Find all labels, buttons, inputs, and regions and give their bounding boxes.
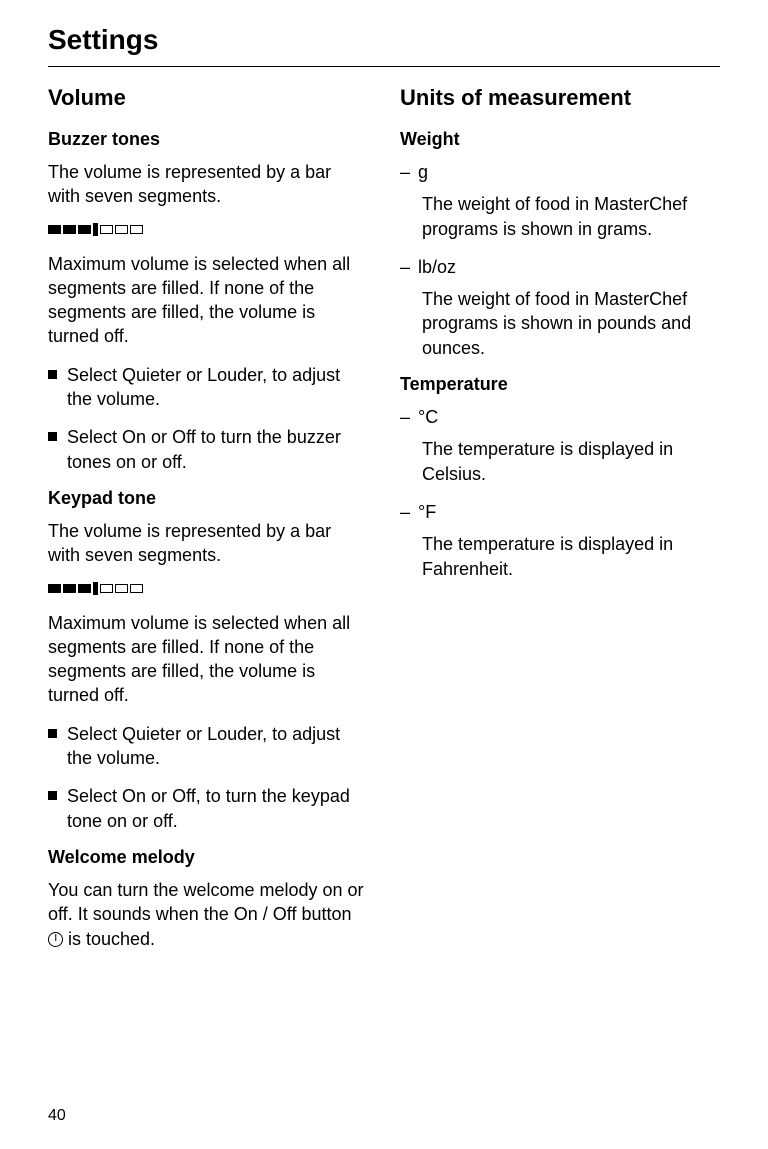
volume-seg-3: [78, 584, 91, 593]
square-bullet-icon: [48, 432, 57, 441]
volume-bar-icon: [48, 223, 368, 236]
lb-label: lb/oz: [418, 255, 456, 279]
volume-seg-5: [100, 584, 113, 593]
volume-seg-1: [48, 225, 61, 234]
b1-pre: Select: [67, 365, 122, 385]
volume-seg-6: [115, 584, 128, 593]
keypad-b2-text: Select On or Off, to turn the keypad ton…: [67, 784, 368, 833]
buzzer-bullet-2: Select On or Off to turn the buzzer tone…: [48, 425, 368, 474]
volume-seg-7: [130, 225, 143, 234]
square-bullet-icon: [48, 370, 57, 379]
page-title: Settings: [48, 24, 720, 56]
dash-icon: –: [400, 255, 410, 279]
volume-seg-5: [100, 225, 113, 234]
content-columns: Volume Buzzer tones The volume is repres…: [48, 85, 720, 965]
c-label: °C: [418, 405, 438, 429]
volume-seg-mid: [93, 582, 98, 595]
welcome-pre: You can turn the welcome melody on or of…: [48, 880, 364, 924]
buzzer-desc: Maximum volume is selected when all segm…: [48, 252, 368, 349]
buzzer-b1-text: Select Quieter or Louder, to adjust the …: [67, 363, 368, 412]
keypad-desc: Maximum volume is selected when all segm…: [48, 611, 368, 708]
welcome-desc: You can turn the welcome melody on or of…: [48, 878, 368, 951]
quieter-option: Quieter: [122, 724, 181, 744]
lb-desc: The weight of food in MasterChef program…: [422, 287, 720, 360]
volume-seg-2: [63, 225, 76, 234]
keypad-intro: The volume is represented by a bar with …: [48, 519, 368, 568]
weight-lb-item: – lb/oz: [400, 255, 720, 279]
kb2-pre: Select: [67, 786, 122, 806]
buzzer-intro: The volume is represented by a bar with …: [48, 160, 368, 209]
dash-icon: –: [400, 160, 410, 184]
g-label: g: [418, 160, 428, 184]
volume-heading: Volume: [48, 85, 368, 111]
on-option: On: [122, 427, 146, 447]
weight-heading: Weight: [400, 129, 720, 150]
kb1-mid: or: [181, 724, 207, 744]
quieter-option: Quieter: [122, 365, 181, 385]
square-bullet-icon: [48, 729, 57, 738]
f-desc: The temperature is displayed in Fahrenhe…: [422, 532, 720, 581]
keypad-b1-text: Select Quieter or Louder, to adjust the …: [67, 722, 368, 771]
left-column: Volume Buzzer tones The volume is repres…: [48, 85, 368, 965]
temp-heading: Temperature: [400, 374, 720, 395]
volume-bar-icon: [48, 582, 368, 595]
buzzer-bullet-1: Select Quieter or Louder, to adjust the …: [48, 363, 368, 412]
f-label: °F: [418, 500, 436, 524]
title-divider: [48, 66, 720, 67]
off-option: Off: [172, 427, 196, 447]
page-number: 40: [48, 1107, 66, 1125]
c-desc: The temperature is displayed in Celsius.: [422, 437, 720, 486]
volume-seg-3: [78, 225, 91, 234]
volume-seg-7: [130, 584, 143, 593]
buzzer-bullets: Select Quieter or Louder, to adjust the …: [48, 363, 368, 474]
volume-seg-2: [63, 584, 76, 593]
keypad-bullet-2: Select On or Off, to turn the keypad ton…: [48, 784, 368, 833]
welcome-post: is touched.: [63, 929, 155, 949]
dash-icon: –: [400, 500, 410, 524]
square-bullet-icon: [48, 791, 57, 800]
on-option: On: [122, 786, 146, 806]
g-desc: The weight of food in MasterChef program…: [422, 192, 720, 241]
kb2-mid: or: [146, 786, 172, 806]
louder-option: Louder: [207, 365, 262, 385]
b1-mid: or: [181, 365, 207, 385]
temp-c-item: – °C: [400, 405, 720, 429]
volume-seg-mid: [93, 223, 98, 236]
units-heading: Units of measurement: [400, 85, 720, 111]
louder-option: Louder: [207, 724, 262, 744]
buzzer-b2-text: Select On or Off to turn the buzzer tone…: [67, 425, 368, 474]
volume-seg-1: [48, 584, 61, 593]
kb1-pre: Select: [67, 724, 122, 744]
keypad-bullets: Select Quieter or Louder, to adjust the …: [48, 722, 368, 833]
right-column: Units of measurement Weight – g The weig…: [400, 85, 720, 965]
off-option: Off: [172, 786, 196, 806]
b2-pre: Select: [67, 427, 122, 447]
power-icon: [48, 932, 63, 947]
dash-icon: –: [400, 405, 410, 429]
keypad-bullet-1: Select Quieter or Louder, to adjust the …: [48, 722, 368, 771]
buzzer-heading: Buzzer tones: [48, 129, 368, 150]
welcome-heading: Welcome melody: [48, 847, 368, 868]
volume-seg-6: [115, 225, 128, 234]
temp-f-item: – °F: [400, 500, 720, 524]
weight-g-item: – g: [400, 160, 720, 184]
keypad-heading: Keypad tone: [48, 488, 368, 509]
b2-mid: or: [146, 427, 172, 447]
